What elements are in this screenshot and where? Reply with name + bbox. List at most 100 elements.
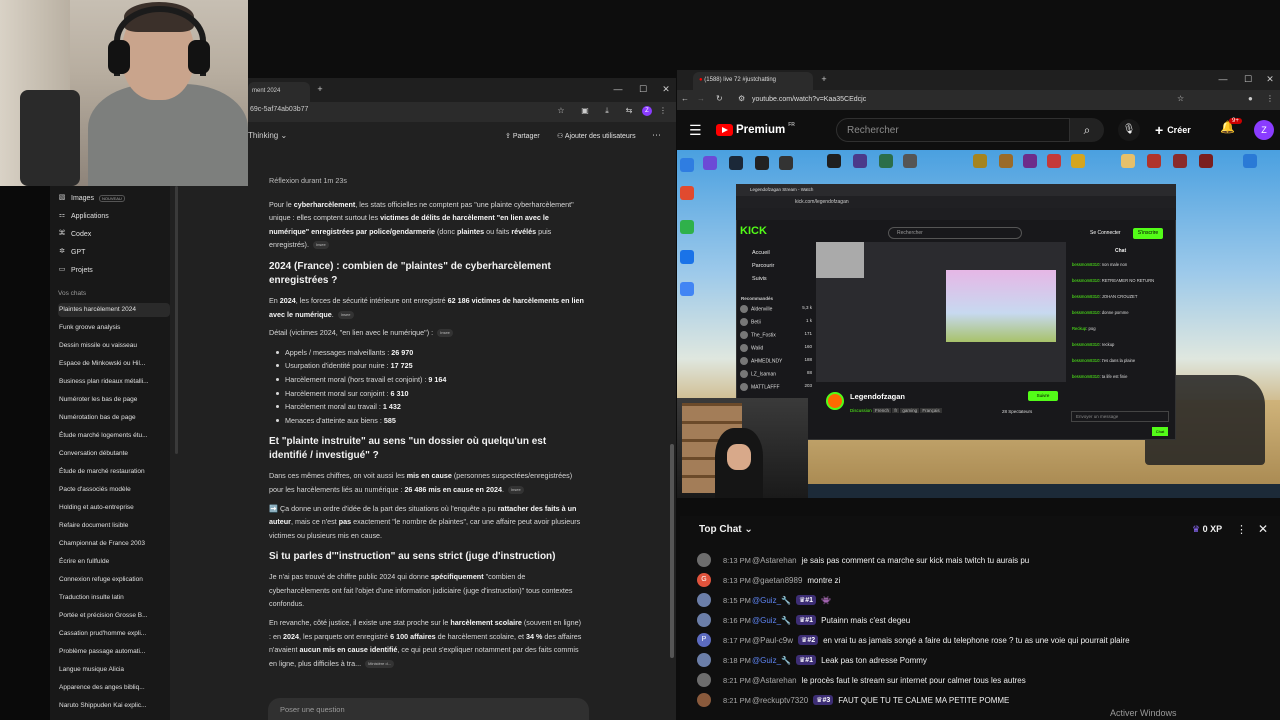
avatar[interactable]: P xyxy=(697,633,711,647)
chat-message[interactable]: G 8:13 PM @gaetan8989 montre zi xyxy=(697,572,840,588)
kick-nav-parcourir[interactable]: Parcourir xyxy=(752,263,774,269)
chat-message[interactable]: 8:21 PM @reckuptv7320 ♛#3 FAUT QUE TU TE CA… xyxy=(697,692,1009,708)
kick-nav-accueil[interactable]: Accueil xyxy=(752,250,770,256)
chat-history-item[interactable]: Business plan rideaux métalli... xyxy=(58,375,170,389)
chat-history-item[interactable]: Connexion refuge explication xyxy=(58,573,170,587)
share-button[interactable]: ⇪ Partager xyxy=(505,132,540,140)
star-icon[interactable]: ☆ xyxy=(1177,94,1184,103)
message-author[interactable]: @Guiz_🔧 xyxy=(752,616,791,625)
chat-history-item[interactable]: Langue musique Alicia xyxy=(58,663,170,677)
reload-icon[interactable]: ↻ xyxy=(716,94,723,103)
profile-avatar[interactable]: ● xyxy=(1248,94,1253,103)
chat-history-item[interactable]: Espace de Minkowski ou Hil... xyxy=(58,357,170,371)
kick-follow-button[interactable]: Suivre xyxy=(1028,391,1058,401)
right-browser-tab[interactable]: ● (1588) live 72 #justchatting xyxy=(693,72,813,90)
chat-history-item[interactable]: Dessin missile ou vaisseau xyxy=(58,339,170,353)
search-icon[interactable]: ⌕ xyxy=(1070,118,1104,142)
kick-logo[interactable]: KICK xyxy=(740,225,767,237)
chat-message[interactable]: 8:16 PM @Guiz_🔧 ♛#1 Putainn mais c'est dege… xyxy=(697,612,910,628)
sidebar-item-codex[interactable]: ⌘ Codex xyxy=(58,230,92,238)
chat-history-item[interactable]: Apparence des anges bibliq... xyxy=(58,681,170,695)
close-icon[interactable]: ✕ xyxy=(1258,522,1268,536)
chat-history-item[interactable]: Refaire document lisible xyxy=(58,519,170,533)
source-chip[interactable]: Ministère d... xyxy=(365,659,395,668)
sidebar-item-applications[interactable]: ⚏ Applications xyxy=(58,212,109,220)
chat-history-item[interactable]: Pacte d'associés modèle xyxy=(58,483,170,497)
left-browser-tab[interactable]: ment 2024 xyxy=(248,82,310,102)
kick-signup-button[interactable]: S'inscrire xyxy=(1133,228,1163,239)
top-chat-dropdown[interactable]: Top Chat ⌄ xyxy=(699,524,753,535)
chat-history-item[interactable]: Holding et auto-entreprise xyxy=(58,501,170,515)
sidebar-item-gpt[interactable]: ✲ GPT xyxy=(58,248,85,256)
close-window-button[interactable]: ✕ xyxy=(658,84,674,95)
message-author[interactable]: @Astarehan xyxy=(752,676,797,685)
kick-chat-send-button[interactable]: Chat xyxy=(1152,427,1168,436)
youtube-logo[interactable]: Premium FR xyxy=(716,122,795,136)
kick-category[interactable]: Discussion French fr gaming Français xyxy=(850,408,942,413)
back-icon[interactable]: ← xyxy=(681,94,689,103)
create-button[interactable]: + Créer xyxy=(1155,120,1191,140)
add-users-button[interactable]: ⚇ Ajouter des utilisateurs xyxy=(557,132,636,140)
more-options-icon[interactable]: ⋯ xyxy=(652,130,661,141)
avatar[interactable] xyxy=(697,613,711,627)
kick-chat-input[interactable]: Envoyer un message xyxy=(1071,411,1169,422)
chat-history-item[interactable]: Plaintes harcèlement 2024 xyxy=(58,303,170,317)
message-author[interactable]: @Guiz_🔧 xyxy=(752,656,791,665)
chat-message[interactable]: 8:21 PM @Astarehan le procès faut le strea… xyxy=(697,672,1026,688)
chat-options-icon[interactable]: ⋮ xyxy=(1236,523,1247,536)
avatar[interactable]: G xyxy=(697,573,711,587)
avatar[interactable] xyxy=(697,653,711,667)
chat-history-item[interactable]: Championnat de France 2003 xyxy=(58,537,170,551)
main-scrollbar[interactable] xyxy=(670,444,674,658)
maximize-button[interactable]: ☐ xyxy=(1240,74,1256,85)
sidebar-scrollbar[interactable] xyxy=(175,186,178,454)
sidebar-item-projets[interactable]: ▭ Projets xyxy=(58,266,93,274)
forward-icon[interactable]: → xyxy=(697,94,705,103)
browser-menu-icon[interactable]: ⋮ xyxy=(1266,94,1274,103)
download-icon[interactable]: ⤓ xyxy=(600,104,614,118)
chat-history-item[interactable]: Funk groove analysis xyxy=(58,321,170,335)
message-author[interactable]: @gaetan8989 xyxy=(752,576,802,585)
new-tab-button[interactable]: + xyxy=(312,84,328,94)
message-author[interactable]: @Paul-c9w xyxy=(752,636,793,645)
account-avatar[interactable]: Z xyxy=(1254,120,1274,140)
chat-history-item[interactable]: Étude de marché restauration xyxy=(58,465,170,479)
profile-avatar[interactable]: Z xyxy=(642,106,652,116)
kick-stream-player[interactable] xyxy=(816,242,1066,382)
composer-placeholder[interactable]: Poser une question xyxy=(280,705,345,714)
reasoning-duration[interactable]: Réflexion durant 1m 23s xyxy=(269,174,585,188)
new-tab-button[interactable]: + xyxy=(816,74,832,84)
chat-history-item[interactable]: Conversation débutante xyxy=(58,447,170,461)
kick-search-input[interactable]: Rechercher xyxy=(888,227,1022,239)
chat-history-item[interactable]: Numéroter les bas de page xyxy=(58,393,170,407)
chat-history-item[interactable]: Écrire en fullfulde xyxy=(58,555,170,569)
site-info-icon[interactable]: ⚙ xyxy=(738,94,745,103)
kick-nav-suivis[interactable]: Suivis xyxy=(752,276,767,282)
avatar[interactable] xyxy=(697,593,711,607)
sidebar-item-images[interactable]: ▧ Images NOUVEAU xyxy=(58,194,125,202)
chat-history-item[interactable]: Cassation prud'homme expli... xyxy=(58,627,170,641)
close-window-button[interactable]: ✕ xyxy=(1262,74,1278,85)
chat-message[interactable]: 8:15 PM @Guiz_🔧 ♛#1 👾 xyxy=(697,592,831,608)
message-author[interactable]: @Astarehan xyxy=(752,556,797,565)
star-icon[interactable]: ☆ xyxy=(554,104,568,118)
source-chip[interactable]: Insee xyxy=(337,310,354,319)
extension-icon[interactable]: ▣ xyxy=(578,104,592,118)
chat-history-item[interactable]: Numérotation bas de page xyxy=(58,411,170,425)
maximize-button[interactable]: ☐ xyxy=(635,84,651,95)
avatar[interactable] xyxy=(697,693,711,707)
kick-login-button[interactable]: Se Connecter xyxy=(1090,230,1121,236)
chat-history-item[interactable]: Naruto Shippuden Kai explic... xyxy=(58,699,170,713)
kick-channel-avatar[interactable] xyxy=(826,392,844,410)
source-chip[interactable]: Insee xyxy=(437,329,453,338)
kick-channel-name[interactable]: Legendofzagan xyxy=(850,392,905,401)
menu-icon[interactable]: ☰ xyxy=(689,122,702,139)
chat-history-item[interactable]: Traduction insulte latin xyxy=(58,591,170,605)
avatar[interactable] xyxy=(697,553,711,567)
search-input[interactable]: Rechercher xyxy=(836,118,1070,142)
chat-history-item[interactable]: Problème passage automati... xyxy=(58,645,170,659)
model-selector[interactable]: Thinking ⌄ xyxy=(248,131,287,140)
browser-menu-icon[interactable]: ⋮ xyxy=(656,104,670,118)
chat-history-item[interactable]: Étude marché logements étu... xyxy=(58,429,170,443)
chat-message[interactable]: P 8:17 PM @Paul-c9w ♛#2 en vrai tu as jamais… xyxy=(697,632,1130,648)
